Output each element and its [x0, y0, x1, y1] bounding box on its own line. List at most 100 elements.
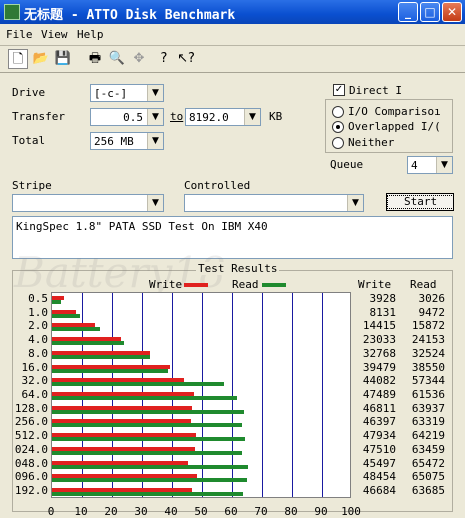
read-bar — [52, 354, 150, 359]
transfer-size-label: 8.0 — [28, 346, 48, 360]
legend-write-swatch — [184, 283, 208, 287]
queue-label: Queue — [330, 158, 364, 171]
write-value: 47489 — [362, 388, 396, 401]
write-value: 39479 — [362, 360, 396, 374]
chevron-down-icon: ▼ — [436, 157, 452, 173]
legend-read-label: Read — [232, 278, 259, 291]
results-chart — [51, 292, 351, 498]
io-compare-radio[interactable] — [332, 106, 344, 118]
read-bar — [52, 409, 244, 414]
write-value: 47934 — [362, 429, 396, 443]
to-label: to — [170, 110, 184, 123]
read-value: 63319 — [411, 415, 445, 429]
read-value: 3026 — [418, 291, 446, 305]
window-title: 无标题 - ATTO Disk Benchmark — [24, 8, 236, 23]
start-button[interactable]: Start — [386, 193, 455, 211]
read-bar — [52, 327, 100, 332]
transfer-label: Transfer — [12, 110, 65, 123]
total-label: Total — [12, 134, 46, 147]
write-value: 47510 — [362, 442, 396, 456]
chevron-down-icon: ▼ — [347, 195, 363, 211]
menu-view[interactable]: View — [41, 28, 68, 41]
read-value: 24153 — [411, 333, 445, 347]
transfer-size-label: 128.0 — [14, 401, 48, 415]
transfer-size-label: 192.0 — [14, 484, 48, 498]
help-icon[interactable]: ? — [154, 49, 174, 69]
x-tick-label: 40 — [164, 505, 178, 518]
close-button[interactable]: ✕ — [442, 2, 462, 22]
chart-gridline — [322, 293, 323, 497]
chevron-down-icon: ▼ — [147, 195, 163, 211]
transfer-size-label: 024.0 — [14, 442, 48, 456]
stripe-label: Stripe — [12, 179, 52, 192]
menu-help[interactable]: Help — [77, 28, 104, 41]
total-select[interactable]: 256 MB ▼ — [90, 132, 164, 150]
drive-select[interactable]: [-c-] ▼ — [90, 84, 164, 102]
read-bar — [52, 437, 245, 442]
transfer-size-label: 512.0 — [14, 429, 48, 443]
x-tick-label: 90 — [314, 505, 328, 518]
neither-radio[interactable] — [332, 137, 344, 149]
save-icon[interactable]: 💾 — [53, 49, 73, 69]
chevron-down-icon: ▼ — [244, 109, 260, 125]
x-tick-label: 80 — [284, 505, 298, 518]
move-icon[interactable]: ✥ — [129, 49, 149, 69]
read-value: 64219 — [411, 429, 445, 443]
context-help-icon[interactable]: ↖? — [176, 49, 196, 69]
transfer-size-label: 64.0 — [21, 388, 49, 401]
chevron-down-icon: ▼ — [147, 85, 163, 101]
read-value: 63685 — [411, 484, 445, 498]
read-bar — [52, 478, 248, 483]
overlapped-io-radio[interactable] — [332, 121, 344, 133]
read-bar — [52, 450, 243, 455]
legend-read-swatch — [262, 283, 286, 287]
read-bar — [52, 492, 244, 497]
x-tick-label: 100 — [341, 505, 361, 518]
direct-io-checkbox[interactable]: ✓ — [333, 84, 345, 96]
open-icon[interactable]: 📂 — [31, 49, 51, 69]
read-value: 63937 — [411, 401, 445, 415]
chevron-down-icon: ▼ — [147, 109, 163, 125]
new-icon[interactable]: 🗋 — [8, 49, 28, 69]
transfer-from-select[interactable]: 0.5 ▼ — [90, 108, 164, 126]
transfer-size-label: 256.0 — [14, 415, 48, 429]
read-value: 63459 — [411, 442, 445, 456]
toolbar: 🗋 📂 💾 🖶 🔍 ✥ ? ↖? — [0, 46, 465, 73]
transfer-size-label: 0.5 — [28, 291, 48, 305]
x-tick-label: 10 — [74, 505, 88, 518]
watermark: Battery18 — [14, 248, 226, 297]
transfer-to-select[interactable]: 8192.0 ▼ — [185, 108, 261, 126]
read-column-header: Read — [410, 278, 437, 291]
write-value: 46397 — [362, 415, 396, 429]
drive-label: Drive — [12, 86, 46, 99]
controlled-select[interactable]: ▼ — [184, 194, 364, 212]
read-value: 15872 — [411, 319, 445, 333]
controlled-label: Controlled — [184, 179, 251, 192]
stripe-select[interactable]: ▼ — [12, 194, 164, 212]
write-value: 3928 — [369, 291, 397, 305]
read-value: 9472 — [418, 305, 446, 319]
direct-io-label: Direct I — [349, 84, 402, 97]
read-bar — [52, 368, 168, 373]
read-bar — [52, 382, 225, 387]
chevron-down-icon: ▼ — [147, 133, 163, 149]
overlapped-io-label: Overlapped I/( — [348, 120, 441, 133]
read-bar — [52, 464, 249, 469]
menu-file[interactable]: File — [6, 28, 33, 41]
transfer-size-label: 32.0 — [21, 374, 49, 388]
x-tick-label: 50 — [194, 505, 208, 518]
read-bar — [52, 313, 81, 318]
queue-select[interactable]: 4 ▼ — [407, 156, 453, 174]
x-tick-label: 0 — [47, 505, 55, 518]
write-value: 23033 — [362, 333, 396, 347]
read-bar — [52, 341, 125, 346]
transfer-size-label: 16.0 — [21, 360, 49, 374]
minimize-button[interactable]: _ — [398, 2, 418, 22]
neither-label: Neither — [348, 136, 395, 149]
maximize-button[interactable]: □ — [420, 2, 440, 22]
print-icon[interactable]: 🖶 — [85, 49, 105, 69]
x-tick-label: 60 — [224, 505, 238, 518]
print-preview-icon[interactable]: 🔍 — [107, 49, 127, 69]
transfer-size-label: 4.0 — [28, 333, 48, 347]
x-tick-label: 70 — [254, 505, 268, 518]
